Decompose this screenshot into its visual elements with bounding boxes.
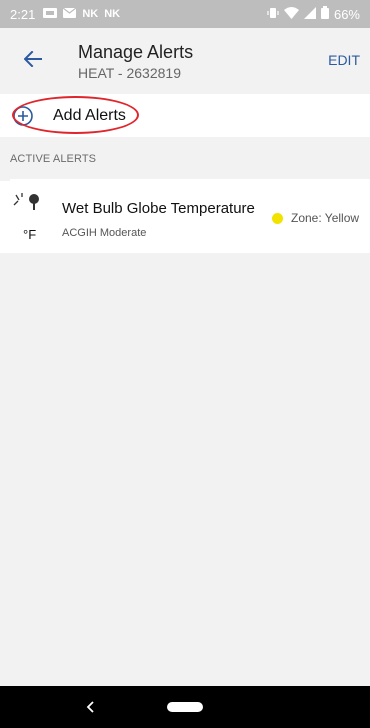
battery-percent: 66%: [333, 6, 360, 22]
system-nav-bar: [0, 686, 370, 728]
notification-nk-2: NK: [104, 8, 121, 20]
add-circle-icon: [12, 105, 34, 127]
notification-icons: NK NK: [43, 7, 121, 21]
arrow-left-icon: [23, 50, 42, 72]
temperature-icon: [12, 191, 42, 213]
wifi-icon: [283, 6, 299, 22]
vibrate-icon: [267, 7, 279, 22]
left-margin-card: [0, 181, 10, 253]
empty-content-area: [10, 253, 370, 686]
alert-standard: ACGIH Moderate: [62, 227, 147, 239]
add-alerts-button[interactable]: Add Alerts: [0, 96, 370, 136]
edit-button[interactable]: EDIT: [328, 52, 360, 68]
page-subtitle: HEAT - 2632819: [78, 65, 181, 81]
battery-icon: [320, 6, 329, 22]
status-left: 2:21 NK NK: [10, 7, 120, 22]
alert-unit: °F: [23, 227, 37, 242]
notification-nk-1: NK: [82, 8, 99, 20]
section-header: ACTIVE ALERTS: [0, 137, 370, 179]
nav-back-icon[interactable]: [82, 698, 100, 716]
status-bar: 2:21 NK NK 66%: [0, 0, 370, 28]
zone-indicator: Zone: Yellow: [272, 211, 359, 225]
zone-label: Zone: Yellow: [291, 211, 360, 225]
mail-icon: [62, 7, 77, 21]
alert-item[interactable]: °F Wet Bulb Globe Temperature ACGIH Mode…: [10, 181, 370, 253]
alert-name: Wet Bulb Globe Temperature: [62, 200, 255, 217]
page-title: Manage Alerts: [78, 42, 194, 62]
sim-icon: [43, 7, 58, 21]
status-right: 66%: [267, 6, 360, 22]
nav-home-button[interactable]: [167, 702, 203, 712]
app-header: Manage Alerts HEAT - 2632819 EDIT: [0, 28, 370, 94]
status-time: 2:21: [10, 6, 36, 22]
zone-dot: [272, 212, 283, 224]
left-margin: [0, 179, 10, 686]
back-button[interactable]: [20, 48, 46, 74]
header-titles: Manage Alerts HEAT - 2632819: [78, 42, 193, 81]
signal-icon: [303, 6, 316, 22]
add-alerts-label: Add Alerts: [53, 107, 126, 124]
